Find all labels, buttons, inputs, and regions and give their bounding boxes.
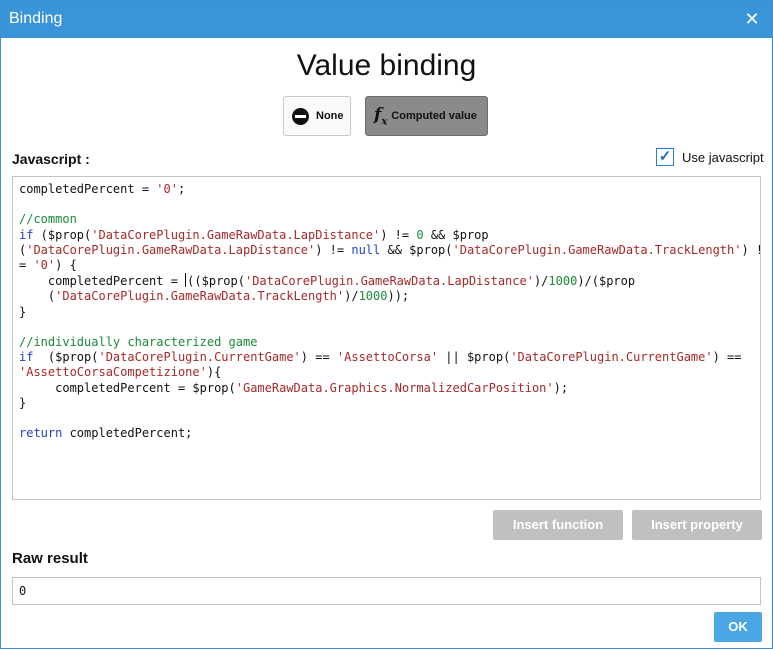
fx-icon: fx bbox=[374, 104, 388, 128]
code-token: )/ bbox=[344, 289, 359, 304]
code-token: null bbox=[351, 242, 381, 257]
javascript-editor[interactable]: completedPercent = '0'; //common if ($pro… bbox=[12, 176, 761, 500]
code-token: return bbox=[19, 426, 63, 441]
code-token: completedPercent; bbox=[62, 426, 193, 441]
code-line: = '0') { bbox=[19, 258, 754, 273]
code-token: ) != bbox=[315, 242, 352, 257]
code-token: 'DataCorePlugin.CurrentGame' bbox=[510, 350, 713, 365]
code-token: )/($prop bbox=[577, 274, 636, 289]
code-token: 1000 bbox=[548, 274, 578, 289]
code-token: ( bbox=[19, 289, 56, 304]
code-token: && $prop( bbox=[380, 242, 453, 257]
code-token: 'DataCorePlugin.GameRawData.LapDistance' bbox=[91, 227, 381, 242]
binding-dialog: Binding ✕ Value binding None fx Computed… bbox=[0, 0, 773, 649]
code-token: } bbox=[19, 395, 27, 410]
page-title: Value binding bbox=[296, 49, 477, 82]
code-token: )/ bbox=[533, 274, 549, 289]
code-line: return completedPercent; bbox=[19, 426, 754, 441]
code-line: completedPercent = '0'; bbox=[19, 182, 754, 197]
code-token: '0' bbox=[156, 182, 178, 196]
code-line: if ($prop('DataCorePlugin.GameRawData.La… bbox=[19, 228, 754, 243]
code-token: 'DataCorePlugin.GameRawData.TrackLength' bbox=[55, 289, 345, 304]
code-line: //individually characterized game bbox=[19, 335, 754, 350]
raw-result-field[interactable]: 0 bbox=[12, 577, 761, 605]
title-bar: Binding ✕ bbox=[1, 1, 772, 38]
use-javascript-label: Use javascript bbox=[682, 149, 764, 165]
use-javascript-checkbox[interactable]: ✓ Use javascript bbox=[656, 148, 764, 166]
code-token: //individually characterized game bbox=[19, 335, 258, 350]
code-line: 'AssettoCorsaCompetizione'){ bbox=[19, 365, 754, 380]
code-token: 'DataCorePlugin.GameRawData.TrackLength' bbox=[452, 242, 742, 257]
code-line: ('DataCorePlugin.GameRawData.LapDistance… bbox=[19, 242, 760, 258]
code-line: } bbox=[19, 396, 754, 411]
insert-function-button[interactable]: Insert function bbox=[493, 510, 623, 540]
window-title: Binding bbox=[9, 10, 63, 27]
code-token: ) != bbox=[380, 227, 417, 242]
code-line: } bbox=[19, 305, 754, 320]
code-token: completedPercent = $prop( bbox=[19, 380, 236, 395]
code-token: '0' bbox=[33, 258, 56, 273]
none-mode-label: None bbox=[316, 110, 344, 122]
code-token: 'DataCorePlugin.GameRawData.LapDistance' bbox=[244, 274, 534, 289]
code-token: completedPercent = bbox=[19, 274, 186, 289]
code-token: 1000 bbox=[358, 289, 388, 304]
code-token: (($prop( bbox=[187, 274, 245, 289]
code-line: ('DataCorePlugin.GameRawData.TrackLength… bbox=[19, 289, 754, 304]
code-line: if ($prop('DataCorePlugin.CurrentGame') … bbox=[19, 350, 754, 365]
insert-property-button[interactable]: Insert property bbox=[632, 510, 762, 540]
code-token: if bbox=[19, 350, 34, 365]
code-token: = bbox=[19, 258, 34, 273]
raw-result-label: Raw result bbox=[12, 550, 88, 567]
ok-button[interactable]: OK bbox=[714, 612, 762, 642]
code-token: ($prop( bbox=[33, 350, 99, 365]
code-token: ) == bbox=[712, 350, 742, 365]
code-token: 'DataCorePlugin.CurrentGame' bbox=[98, 350, 301, 365]
code-token: 'DataCorePlugin.GameRawData.LapDistance' bbox=[26, 242, 316, 257]
code-line: completedPercent = (($prop('DataCorePlug… bbox=[19, 273, 754, 289]
code-token: ) { bbox=[55, 258, 77, 273]
code-token: ){ bbox=[206, 365, 222, 380]
code-token: } bbox=[19, 304, 27, 319]
code-token: )); bbox=[387, 289, 410, 304]
javascript-label: Javascript : bbox=[12, 151, 90, 167]
code-token: ) ! bbox=[741, 242, 760, 257]
code-token: 'GameRawData.Graphics.NormalizedCarPosit… bbox=[235, 380, 554, 395]
code-token: 'AssettoCorsaCompetizione' bbox=[19, 365, 207, 380]
code-token: && $prop bbox=[423, 227, 489, 242]
code-token: completedPercent = bbox=[19, 182, 157, 196]
checkmark-icon[interactable]: ✓ bbox=[656, 148, 674, 166]
code-token: ); bbox=[553, 380, 569, 395]
computed-value-mode-button[interactable]: fx Computed value bbox=[365, 96, 488, 136]
computed-mode-label: Computed value bbox=[391, 110, 477, 122]
code-token: //common bbox=[19, 212, 77, 227]
close-icon[interactable]: ✕ bbox=[742, 9, 762, 29]
code-line: completedPercent = $prop('GameRawData.Gr… bbox=[19, 381, 754, 396]
code-token: ) == bbox=[300, 350, 337, 365]
code-token: ; bbox=[177, 182, 186, 196]
code-token: || $prop( bbox=[438, 350, 511, 365]
code-token: 0 bbox=[416, 227, 424, 242]
none-mode-button[interactable]: None bbox=[283, 96, 351, 136]
code-token: 'AssettoCorsa' bbox=[336, 350, 439, 365]
code-line: //common bbox=[19, 212, 754, 227]
none-circle-icon bbox=[292, 107, 309, 125]
code-token: if bbox=[19, 227, 34, 242]
code-token: ($prop( bbox=[33, 227, 92, 242]
